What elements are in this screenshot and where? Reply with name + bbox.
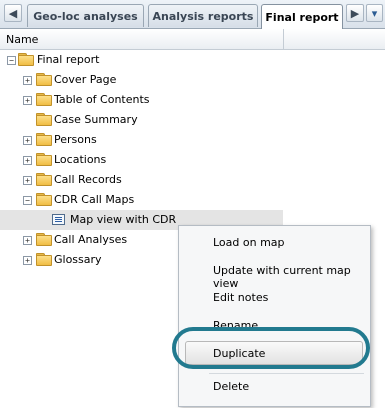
tab-scroll-right-button[interactable]: ▶ bbox=[346, 4, 364, 22]
tab-bar: ◀ Geo-loc analyses Analysis reports Fina… bbox=[0, 0, 385, 29]
expand-icon[interactable]: + bbox=[23, 236, 32, 245]
expand-icon[interactable]: + bbox=[23, 136, 32, 145]
expand-icon[interactable]: + bbox=[23, 156, 32, 165]
tree-node-label: CDR Call Maps bbox=[54, 193, 135, 206]
column-header: Name bbox=[0, 29, 385, 50]
chevron-down-icon: ▾ bbox=[371, 6, 378, 20]
tab-analysis-reports[interactable]: Analysis reports bbox=[148, 4, 258, 27]
context-menu: Load on map Update with current map view… bbox=[178, 225, 371, 407]
arrow-right-icon: ▶ bbox=[350, 6, 360, 20]
expand-icon[interactable]: + bbox=[23, 76, 32, 85]
tree-node-locations[interactable]: + Locations bbox=[0, 150, 283, 170]
tree-node-call-records[interactable]: + Call Records bbox=[0, 170, 283, 190]
tree-node-label: Map view with CDR bbox=[70, 213, 177, 226]
expand-icon[interactable]: + bbox=[23, 96, 32, 105]
tree-node-cover-page[interactable]: + Cover Page bbox=[0, 70, 283, 90]
collapse-icon[interactable]: − bbox=[23, 196, 32, 205]
tree-node-persons[interactable]: + Persons bbox=[0, 130, 283, 150]
tab-final-report[interactable]: Final report bbox=[261, 4, 343, 29]
map-view-icon bbox=[52, 214, 65, 225]
menu-item-delete[interactable]: Delete bbox=[213, 380, 249, 393]
tree-node-label: Table of Contents bbox=[54, 93, 150, 106]
column-header-name[interactable]: Name bbox=[6, 33, 38, 46]
folder-icon bbox=[36, 173, 52, 186]
folder-icon bbox=[36, 253, 52, 266]
tree-node-label: Glossary bbox=[54, 253, 102, 266]
tree-node-label: Locations bbox=[54, 153, 107, 166]
expand-icon[interactable]: + bbox=[23, 176, 32, 185]
tree-node-final-report[interactable]: − Final report bbox=[0, 50, 283, 70]
expand-icon[interactable]: + bbox=[23, 256, 32, 265]
folder-icon bbox=[36, 233, 52, 246]
folder-icon bbox=[36, 113, 52, 126]
folder-icon bbox=[36, 133, 52, 146]
tab-scroll-left-button[interactable]: ◀ bbox=[4, 4, 22, 22]
tab-label: Final report bbox=[265, 10, 339, 24]
tree-node-label: Call Analyses bbox=[54, 233, 128, 246]
menu-divider bbox=[209, 373, 364, 374]
tree-node-glossary[interactable]: + Glossary bbox=[0, 250, 178, 270]
menu-item-load-on-map[interactable]: Load on map bbox=[213, 236, 285, 249]
tree-node-table-of-contents[interactable]: + Table of Contents bbox=[0, 90, 283, 110]
tree-node-label: Final report bbox=[37, 53, 100, 66]
highlight-ring bbox=[172, 327, 370, 369]
tab-list-menu-button[interactable]: ▾ bbox=[366, 4, 383, 22]
tree-node-call-analyses[interactable]: + Call Analyses bbox=[0, 230, 178, 250]
arrow-left-icon: ◀ bbox=[8, 6, 18, 20]
column-divider[interactable] bbox=[283, 29, 284, 49]
tree-node-label: Cover Page bbox=[54, 73, 117, 86]
tab-label: Analysis reports bbox=[152, 9, 254, 23]
tree-node-case-summary[interactable]: Case Summary bbox=[0, 110, 283, 130]
tree-node-label: Call Records bbox=[54, 173, 122, 186]
folder-icon bbox=[36, 153, 52, 166]
folder-icon bbox=[36, 73, 52, 86]
collapse-icon[interactable]: − bbox=[7, 56, 16, 65]
tab-geo-loc-analyses[interactable]: Geo-loc analyses bbox=[27, 4, 144, 27]
folder-open-icon bbox=[18, 53, 34, 66]
folder-icon bbox=[36, 93, 52, 106]
tab-label: Geo-loc analyses bbox=[33, 9, 138, 23]
tree-node-label: Persons bbox=[54, 133, 97, 146]
menu-item-update-with-current-map-view[interactable]: Update with current map view bbox=[213, 264, 370, 290]
tree-node-label: Case Summary bbox=[54, 113, 138, 126]
folder-open-icon bbox=[36, 193, 52, 206]
menu-item-edit-notes[interactable]: Edit notes bbox=[213, 291, 268, 304]
tree-node-cdr-call-maps[interactable]: − CDR Call Maps bbox=[0, 190, 283, 210]
